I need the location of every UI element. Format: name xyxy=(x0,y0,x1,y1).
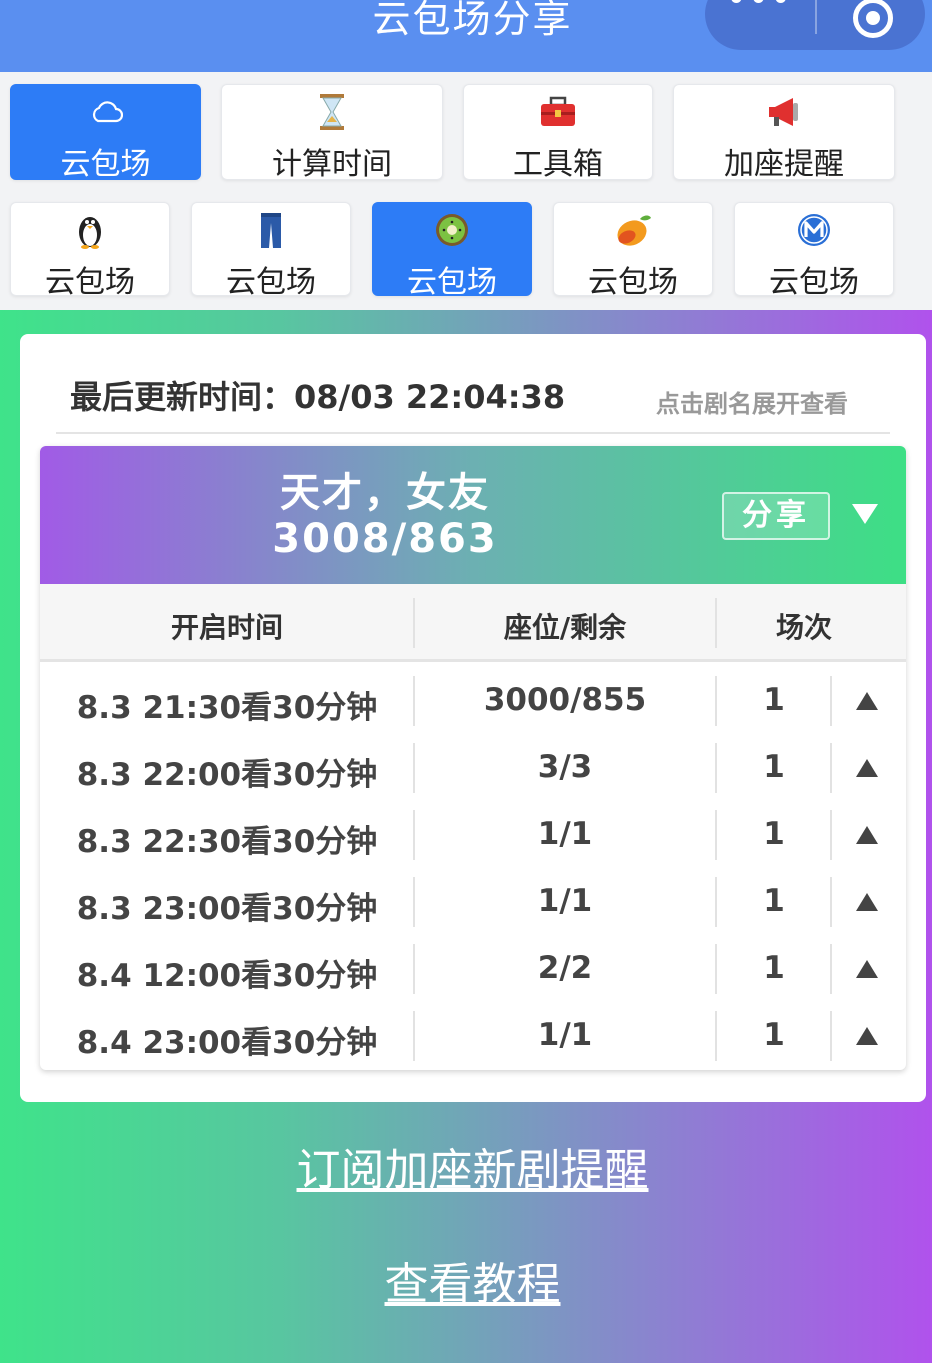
tab-calc-time[interactable]: 计算时间 xyxy=(221,84,443,182)
expand-up-triangle-icon[interactable] xyxy=(856,1027,878,1045)
row-divider xyxy=(715,676,717,726)
tutorial-link[interactable]: 查看教程 xyxy=(0,1248,932,1312)
table-row: 8.3 22:30看30分钟 1/1 1 xyxy=(40,802,906,869)
row-divider xyxy=(413,743,415,793)
row-divider xyxy=(830,877,832,927)
close-target-icon[interactable] xyxy=(853,0,893,38)
last-updated-text: 最后更新时间：08/03 22:04:38 xyxy=(70,378,566,416)
row-divider xyxy=(413,676,415,726)
cell-open-time: 8.3 22:30看30分钟 xyxy=(76,824,378,860)
row-divider xyxy=(715,877,717,927)
row-divider xyxy=(715,743,717,793)
row-divider xyxy=(830,743,832,793)
header-divider xyxy=(413,598,415,648)
capsule-divider xyxy=(815,0,817,34)
cell-seats: 1/1 xyxy=(537,1017,593,1053)
header-seats: 座位/剩余 xyxy=(503,611,627,644)
table-row: 8.4 23:00看30分钟 1/1 1 xyxy=(40,1003,906,1070)
jeans-icon xyxy=(192,211,350,249)
mini-program-capsule: ••• xyxy=(705,0,925,50)
sub-tab-4[interactable]: 云包场 xyxy=(553,202,713,300)
cell-sessions: 1 xyxy=(763,749,785,785)
expand-up-triangle-icon[interactable] xyxy=(856,893,878,911)
row-divider xyxy=(413,1011,415,1061)
cell-sessions: 1 xyxy=(763,682,785,718)
tab-label: 云包场 xyxy=(407,265,497,300)
row-divider xyxy=(830,676,832,726)
row-divider xyxy=(715,1011,717,1061)
tab-label: 云包场 xyxy=(45,265,135,300)
kiwi-icon xyxy=(373,211,531,249)
cell-seats: 1/1 xyxy=(537,816,593,852)
cell-sessions: 1 xyxy=(763,816,785,852)
sub-tab-5[interactable]: 云包场 xyxy=(734,202,894,300)
expand-hint: 点击剧名展开查看 xyxy=(656,390,848,418)
show-panel: 天才，女友 3008/863 分享 开启时间 座位/剩余 场次 8.3 21:3… xyxy=(40,446,906,1070)
show-header[interactable]: 天才，女友 3008/863 分享 xyxy=(40,446,906,584)
tab-label: 云包场 xyxy=(769,265,859,300)
more-menu-button[interactable]: ••• xyxy=(705,0,815,17)
table-row: 8.3 21:30看30分钟 3000/855 1 xyxy=(40,668,906,735)
tab-toolbox[interactable]: 工具箱 xyxy=(463,84,653,182)
cell-seats: 1/1 xyxy=(537,883,593,919)
cell-open-time: 8.3 23:00看30分钟 xyxy=(76,891,378,927)
cloud-icon xyxy=(11,93,200,131)
table-row: 8.3 23:00看30分钟 1/1 1 xyxy=(40,869,906,936)
header-sessions: 场次 xyxy=(775,611,832,644)
mango-icon xyxy=(554,211,712,249)
cell-open-time: 8.3 22:00看30分钟 xyxy=(76,757,378,793)
tab-label: 计算时间 xyxy=(272,147,392,182)
penguin-icon xyxy=(11,211,169,249)
show-title-block: 天才，女友 3008/863 xyxy=(40,470,730,562)
row-divider xyxy=(413,944,415,994)
expand-up-triangle-icon[interactable] xyxy=(856,759,878,777)
title-bar: 云包场分享 ••• xyxy=(0,0,932,72)
cell-sessions: 1 xyxy=(763,950,785,986)
cell-seats: 3/3 xyxy=(537,749,593,785)
header-open-time: 开启时间 xyxy=(170,611,283,644)
show-title: 天才，女友 xyxy=(280,470,490,516)
cell-sessions: 1 xyxy=(763,1017,785,1053)
row-divider xyxy=(830,1011,832,1061)
subscribe-link[interactable]: 订阅加座新剧提醒 xyxy=(0,1134,932,1198)
table-row: 8.3 22:00看30分钟 3/3 1 xyxy=(40,735,906,802)
tab-label: 云包场 xyxy=(588,265,678,300)
share-button[interactable]: 分享 xyxy=(722,492,830,540)
sub-tab-3[interactable]: 云包场 xyxy=(372,202,532,300)
sub-tab-2[interactable]: 云包场 xyxy=(191,202,351,300)
card-divider xyxy=(56,432,890,434)
table-header: 开启时间 座位/剩余 场次 xyxy=(40,584,906,662)
row-divider xyxy=(715,944,717,994)
row-divider xyxy=(413,877,415,927)
tab-seat-alert[interactable]: 加座提醒 xyxy=(673,84,895,182)
metro-m-icon xyxy=(735,211,893,249)
table-row: 8.4 12:00看30分钟 2/2 1 xyxy=(40,936,906,1003)
row-divider xyxy=(830,944,832,994)
cell-seats: 3000/855 xyxy=(483,682,647,718)
cell-open-time: 8.3 21:30看30分钟 xyxy=(76,690,378,726)
toolbox-icon xyxy=(464,93,652,131)
expand-up-triangle-icon[interactable] xyxy=(856,826,878,844)
cell-open-time: 8.4 12:00看30分钟 xyxy=(76,958,378,994)
expand-up-triangle-icon[interactable] xyxy=(856,692,878,710)
row-divider xyxy=(715,810,717,860)
header-divider xyxy=(715,598,717,648)
tab-label: 加座提醒 xyxy=(724,147,844,182)
cell-seats: 2/2 xyxy=(537,950,593,986)
sub-tab-1[interactable]: 云包场 xyxy=(10,202,170,300)
expand-up-triangle-icon[interactable] xyxy=(856,960,878,978)
tab-label: 云包场 xyxy=(226,265,316,300)
tab-label: 工具箱 xyxy=(513,147,603,182)
megaphone-icon xyxy=(674,93,894,131)
cell-open-time: 8.4 23:00看30分钟 xyxy=(76,1025,378,1061)
row-divider xyxy=(830,810,832,860)
cell-sessions: 1 xyxy=(763,883,785,919)
hourglass-icon xyxy=(222,93,442,131)
show-count: 3008/863 xyxy=(272,516,498,562)
tab-label: 云包场 xyxy=(60,147,151,182)
tab-cloud-booking[interactable]: 云包场 xyxy=(10,84,201,182)
row-divider xyxy=(413,810,415,860)
collapse-triangle-icon[interactable] xyxy=(852,504,878,524)
